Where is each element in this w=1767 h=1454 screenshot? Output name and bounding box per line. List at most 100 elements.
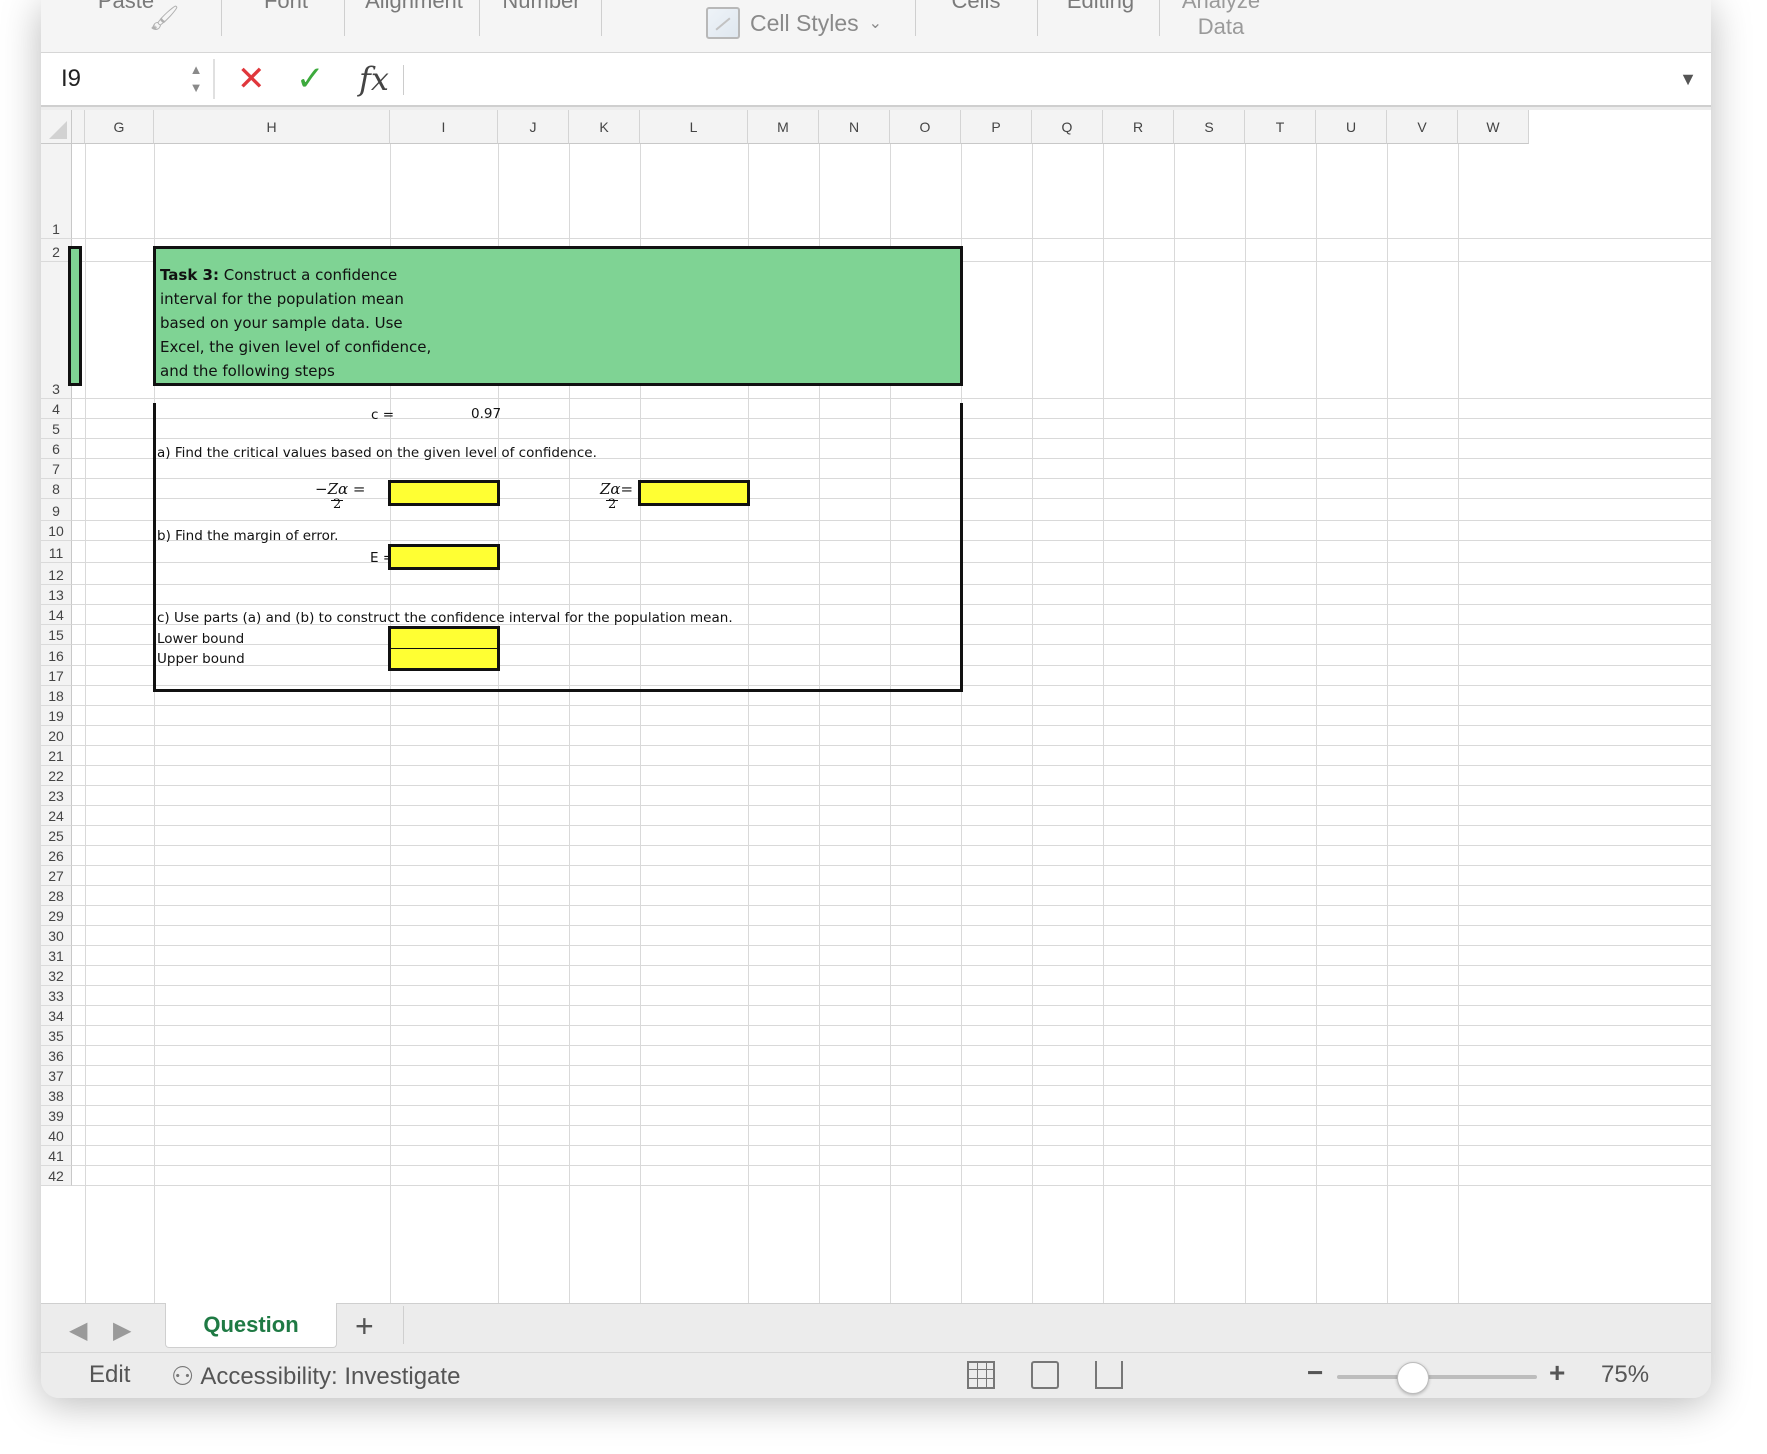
pos-z-critical-input[interactable] bbox=[638, 480, 750, 506]
enter-check-icon[interactable]: ✓ bbox=[296, 57, 325, 101]
row-header[interactable]: 14 bbox=[41, 605, 72, 625]
page-layout-view-icon[interactable] bbox=[1031, 1361, 1059, 1389]
column-header-s[interactable]: S bbox=[1174, 110, 1245, 144]
c-value-cell[interactable]: 0.97 bbox=[471, 406, 501, 422]
column-header-l[interactable]: L bbox=[640, 110, 748, 144]
neg-z-critical-input[interactable] bbox=[388, 480, 500, 506]
column-header-m[interactable]: M bbox=[748, 110, 819, 144]
row-header[interactable]: 26 bbox=[41, 846, 72, 866]
row-header[interactable]: 34 bbox=[41, 1006, 72, 1026]
neg-z-alpha-text: −Zα = bbox=[315, 480, 366, 498]
column-header-j[interactable]: J bbox=[498, 110, 569, 144]
row-header[interactable]: 5 bbox=[41, 419, 72, 439]
sheet-tab-question[interactable]: Question bbox=[165, 1303, 337, 1348]
row-header[interactable]: 11 bbox=[41, 541, 72, 563]
column-header-r[interactable]: R bbox=[1103, 110, 1174, 144]
row-header[interactable]: 39 bbox=[41, 1106, 72, 1126]
row-header[interactable]: 37 bbox=[41, 1066, 72, 1086]
add-sheet-button[interactable]: + bbox=[355, 1308, 374, 1345]
part-c-text: c) Use parts (a) and (b) to construct th… bbox=[157, 610, 733, 626]
column-header-v[interactable]: V bbox=[1387, 110, 1458, 144]
row-header[interactable]: 30 bbox=[41, 926, 72, 946]
row-header[interactable]: 35 bbox=[41, 1026, 72, 1046]
name-box[interactable]: I9 bbox=[47, 57, 207, 101]
row-header[interactable]: 27 bbox=[41, 866, 72, 886]
expand-formula-bar-icon[interactable]: ▼ bbox=[1679, 69, 1697, 90]
column-header-h[interactable]: H bbox=[154, 110, 390, 144]
zoom-out-button[interactable]: − bbox=[1307, 1357, 1323, 1389]
analyze-data-label-1: Analyze bbox=[1181, 0, 1261, 13]
row-header[interactable]: 36 bbox=[41, 1046, 72, 1066]
row-header[interactable]: 23 bbox=[41, 786, 72, 806]
select-all-corner[interactable] bbox=[41, 110, 72, 144]
row-header[interactable]: 9 bbox=[41, 499, 72, 521]
cell-styles-button[interactable]: Cell Styles ⌄ bbox=[706, 6, 882, 40]
row-header[interactable]: 21 bbox=[41, 746, 72, 766]
task-banner[interactable]: Task 3: Construct a confidence interval … bbox=[153, 246, 963, 386]
row-header[interactable]: 8 bbox=[41, 479, 72, 499]
row-header[interactable]: 20 bbox=[41, 726, 72, 746]
row-header[interactable]: 22 bbox=[41, 766, 72, 786]
row-header[interactable]: 12 bbox=[41, 563, 72, 585]
row-header[interactable]: 16 bbox=[41, 645, 72, 666]
row-header[interactable]: 38 bbox=[41, 1086, 72, 1106]
row-header[interactable]: 28 bbox=[41, 886, 72, 906]
row-header[interactable]: 40 bbox=[41, 1126, 72, 1146]
row-header[interactable]: 4 bbox=[41, 399, 72, 419]
accessibility-button[interactable]: ⚇ Accessibility: Investigate bbox=[171, 1361, 460, 1392]
ribbon-group-font[interactable]: Font bbox=[226, 0, 346, 52]
row-header[interactable]: 1 bbox=[41, 144, 72, 239]
insert-function-icon[interactable]: fx bbox=[359, 57, 389, 101]
analyze-data-button[interactable]: Analyze Data bbox=[1161, 0, 1281, 40]
row-header[interactable]: 33 bbox=[41, 986, 72, 1006]
column-header-q[interactable]: Q bbox=[1032, 110, 1103, 144]
ribbon-group-number[interactable]: Number bbox=[484, 0, 599, 52]
margin-of-error-input[interactable] bbox=[388, 544, 500, 570]
worksheet-grid[interactable]: G H I J K L M N O P Q R S T U V W 1 2 3 … bbox=[41, 110, 1711, 1303]
column-header-g[interactable]: G bbox=[85, 110, 154, 144]
row-header[interactable]: 25 bbox=[41, 826, 72, 846]
row-header[interactable]: 31 bbox=[41, 946, 72, 966]
row-header[interactable]: 19 bbox=[41, 706, 72, 726]
row-header[interactable]: 29 bbox=[41, 906, 72, 926]
column-header-w[interactable]: W bbox=[1458, 110, 1529, 144]
row-header[interactable]: 18 bbox=[41, 686, 72, 706]
row-header[interactable]: 32 bbox=[41, 966, 72, 986]
row-header[interactable]: 17 bbox=[41, 666, 72, 686]
task-text-line-2: interval for the population mean bbox=[160, 290, 404, 308]
zoom-slider-handle[interactable] bbox=[1397, 1362, 1429, 1394]
column-header-k[interactable]: K bbox=[569, 110, 640, 144]
ribbon-group-alignment[interactable]: Alignment bbox=[349, 0, 479, 52]
row-header[interactable]: 6 bbox=[41, 439, 72, 459]
zoom-slider[interactable] bbox=[1337, 1375, 1537, 1379]
row-header[interactable]: 42 bbox=[41, 1166, 72, 1186]
cancel-icon[interactable]: ✕ bbox=[237, 57, 266, 101]
row-header[interactable]: 41 bbox=[41, 1146, 72, 1166]
name-box-stepper-icon[interactable]: ▲ ▼ bbox=[187, 61, 205, 97]
ribbon-group-editing[interactable]: Editing bbox=[1043, 0, 1158, 52]
row-header[interactable]: 13 bbox=[41, 585, 72, 605]
format-painter-icon[interactable]: 🖌 bbox=[149, 4, 179, 32]
column-header-u[interactable]: U bbox=[1316, 110, 1387, 144]
formula-bar: I9 ▲ ▼ ✕ ✓ fx ▼ bbox=[41, 53, 1711, 107]
row-header[interactable]: 7 bbox=[41, 459, 72, 479]
zoom-in-button[interactable]: + bbox=[1549, 1357, 1565, 1389]
column-header-t[interactable]: T bbox=[1245, 110, 1316, 144]
previous-sheet-icon[interactable]: ◀ bbox=[69, 1316, 87, 1345]
zoom-percentage[interactable]: 75% bbox=[1601, 1361, 1649, 1389]
formula-input[interactable] bbox=[413, 61, 1673, 97]
column-header-o[interactable]: O bbox=[890, 110, 961, 144]
ribbon-group-cells[interactable]: Cells bbox=[921, 0, 1031, 52]
page-break-view-icon[interactable] bbox=[1095, 1361, 1123, 1389]
ribbon: Paste 🖌 Font Alignment Number Cell Style… bbox=[41, 0, 1711, 53]
column-header-i[interactable]: I bbox=[390, 110, 498, 144]
row-header[interactable]: 24 bbox=[41, 806, 72, 826]
row-header[interactable]: 15 bbox=[41, 625, 72, 645]
lower-bound-input[interactable] bbox=[388, 626, 500, 649]
column-header-p[interactable]: P bbox=[961, 110, 1032, 144]
upper-bound-input[interactable] bbox=[388, 648, 500, 671]
normal-view-icon[interactable] bbox=[967, 1361, 995, 1389]
row-header[interactable]: 10 bbox=[41, 521, 72, 541]
next-sheet-icon[interactable]: ▶ bbox=[113, 1316, 131, 1345]
column-header-n[interactable]: N bbox=[819, 110, 890, 144]
